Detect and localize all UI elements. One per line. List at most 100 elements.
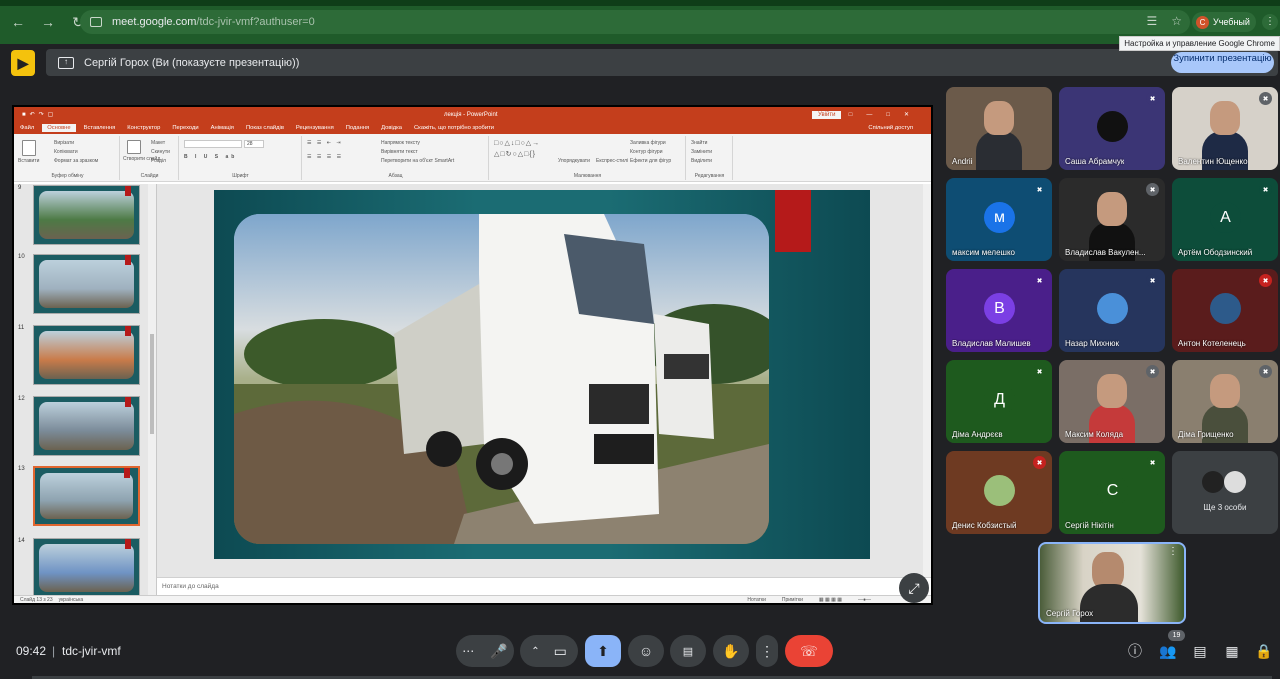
window-controls-icon[interactable]: □—□✕ xyxy=(849,111,923,118)
find-label[interactable]: Знайти xyxy=(691,140,707,146)
back-icon[interactable]: ← xyxy=(6,10,30,34)
slide-thumbnail[interactable]: 11 xyxy=(18,325,148,389)
activities-icon[interactable]: ▦ xyxy=(1223,642,1241,660)
shape-effects-label[interactable]: Ефекти для фігур xyxy=(630,158,671,164)
ppt-menu-item[interactable]: Файл xyxy=(20,125,34,131)
section-label[interactable]: Розділ xyxy=(151,158,166,164)
self-tile-options-icon[interactable]: ⋮ xyxy=(1168,546,1178,557)
ppt-menu-item[interactable]: Довідка xyxy=(381,125,402,131)
font-format-icons[interactable]: B I U S ab xyxy=(184,154,237,160)
stop-presenting-button[interactable]: Зупинити презентацію xyxy=(1171,52,1274,73)
paste-label[interactable]: Вставити xyxy=(18,158,39,164)
ppt-menu-item[interactable]: Анімація xyxy=(211,125,234,131)
participant-tile[interactable]: ✖ Антон Котеленець xyxy=(1172,269,1278,352)
reset-label[interactable]: Скинути xyxy=(151,149,170,155)
more-options-button[interactable]: ⋮ xyxy=(756,635,778,667)
ppt-menu-item[interactable]: Рецензування xyxy=(296,125,334,131)
smartart-label[interactable]: Перетворити на об'єкт SmartArt xyxy=(381,158,454,164)
meeting-info-icon[interactable]: ⓘ xyxy=(1126,642,1144,660)
bookmark-star-icon[interactable]: ☆ xyxy=(1171,14,1182,28)
font-size-select[interactable]: 28 xyxy=(244,140,264,148)
ppt-menu-item[interactable]: Переходи xyxy=(172,125,198,131)
host-controls-icon[interactable]: 🔒 xyxy=(1255,642,1273,660)
slide-thumbnail[interactable]: 14 xyxy=(18,538,148,602)
quick-styles-label[interactable]: Експрес-стилі xyxy=(596,158,628,164)
view-buttons-icon[interactable]: ▦ ▦ ▦ ▦ xyxy=(819,597,842,603)
thumbnail-red-accent xyxy=(125,326,131,336)
slide-thumbnail[interactable]: 9 xyxy=(18,185,148,249)
slide-thumbnail[interactable]: 12 xyxy=(18,396,148,460)
replace-label[interactable]: Замінити xyxy=(691,149,712,155)
captions-button[interactable]: ▤ xyxy=(670,635,706,667)
forward-icon[interactable]: → xyxy=(36,10,60,34)
ppt-menu-item[interactable]: Показ слайдів xyxy=(246,125,284,131)
participant-tile[interactable]: ✖ Максим Коляда xyxy=(1059,360,1165,443)
format-painter-label[interactable]: Формат за зразком xyxy=(54,158,98,164)
paste-icon[interactable] xyxy=(22,140,36,156)
translate-icon[interactable]: ☰ xyxy=(1146,14,1157,28)
participant-tile[interactable]: ✖ Саша Абрамчук xyxy=(1059,87,1165,170)
zoom-slider[interactable]: —●— xyxy=(858,597,871,603)
self-video-tile[interactable]: ⋮ Сергій Горох xyxy=(1038,542,1186,624)
list-icons[interactable]: ☰ ☰ ⇤ ⇥ xyxy=(307,140,343,146)
participant-tile[interactable]: В ✖ Владислав Малишев xyxy=(946,269,1052,352)
people-icon[interactable]: 👥 xyxy=(1159,642,1177,660)
participant-tile[interactable]: А ✖ Артём Ободзинский xyxy=(1172,178,1278,261)
participant-tile[interactable]: ✖ Діма Грищенко xyxy=(1172,360,1278,443)
ppt-menu-item[interactable]: Конструктор xyxy=(127,125,160,131)
participant-tile[interactable]: Д ✖ Діма Андрєєв xyxy=(946,360,1052,443)
slide-thumbnail[interactable]: 10 xyxy=(18,254,148,318)
tell-me-search[interactable]: Скажіть, що потрібно зробити xyxy=(414,125,494,131)
text-direction-label[interactable]: Напрямок тексту xyxy=(381,140,420,146)
notes-toggle[interactable]: Нотатки xyxy=(747,597,765,603)
chat-icon[interactable]: ▤ xyxy=(1191,642,1209,660)
comments-toggle[interactable]: Примітки xyxy=(782,597,803,603)
chrome-menu-icon[interactable]: ⋮ xyxy=(1262,14,1278,30)
participant-tile[interactable]: Andrii xyxy=(946,87,1052,170)
profile-button[interactable]: С Учебный xyxy=(1192,12,1256,32)
participant-tile[interactable]: ✖ Денис Кобзистый xyxy=(946,451,1052,534)
raise-hand-button[interactable]: ✋ xyxy=(713,635,749,667)
layout-label[interactable]: Макет xyxy=(151,140,165,146)
font-family-select[interactable] xyxy=(184,140,242,148)
site-info-icon[interactable] xyxy=(90,17,102,27)
new-slide-icon[interactable] xyxy=(127,140,141,154)
more-participants-tile[interactable]: Ще 3 особи xyxy=(1172,451,1278,534)
thumbnails-scrollbar[interactable] xyxy=(148,184,156,595)
reactions-button[interactable]: ☺ xyxy=(628,635,664,667)
select-label[interactable]: Виділити xyxy=(691,158,712,164)
participant-name: Сергій Нікітін xyxy=(1065,521,1114,530)
align-icons[interactable]: ☰ ☰ ☰ ☰ xyxy=(307,154,343,160)
cut-label[interactable]: Вирізати xyxy=(54,140,74,146)
ppt-menu-item[interactable]: Основне xyxy=(42,124,76,132)
slide-thumbnail[interactable]: 13 xyxy=(18,466,148,530)
arrange-label[interactable]: Упорядкувати xyxy=(558,158,590,164)
ppt-login-button[interactable]: Увійти xyxy=(812,110,842,119)
microphone-icon[interactable]: 🎤 xyxy=(490,643,507,660)
profile-name: Учебный xyxy=(1213,17,1250,27)
audio-options-icon[interactable]: ⋯ xyxy=(462,644,474,658)
shape-outline-label[interactable]: Контур фігури xyxy=(630,149,662,155)
participant-tile[interactable]: м ✖ максим мелешко xyxy=(946,178,1052,261)
fullscreen-expand-icon[interactable]: ⤢ xyxy=(899,573,929,603)
video-options-chevron-icon[interactable]: ⌃ xyxy=(531,646,539,657)
canvas-scrollbar[interactable] xyxy=(923,184,931,577)
ppt-share-button[interactable]: Спільний доступ xyxy=(868,125,913,131)
participant-tile[interactable]: С ✖ Сергій Нікітін xyxy=(1059,451,1165,534)
participant-tile[interactable]: ✖ Владислав Вакулен... xyxy=(1059,178,1165,261)
shapes-gallery-row2[interactable]: △□↻○△□{} xyxy=(494,150,536,158)
shape-fill-label[interactable]: Заливка фігури xyxy=(630,140,666,146)
present-screen-button[interactable]: ⬆ xyxy=(585,635,621,667)
ppt-menu-item[interactable]: Вставлення xyxy=(84,125,116,131)
copy-label[interactable]: Копіювати xyxy=(54,149,78,155)
participant-tile[interactable]: ✖ Валентин Ющенко xyxy=(1172,87,1278,170)
address-bar[interactable]: meet.google.com/tdc-jvir-vmf?authuser=0 xyxy=(80,10,1190,34)
slide-notes-field[interactable]: Нотатки до слайда xyxy=(157,577,931,595)
align-text-label[interactable]: Вирівняти текст xyxy=(381,149,418,155)
ppt-menu-item[interactable]: Подання xyxy=(346,125,369,131)
participant-tile[interactable]: ✖ Назар Михнюк xyxy=(1059,269,1165,352)
shapes-gallery[interactable]: □○△↓□○△→ xyxy=(494,139,540,147)
participant-video-body xyxy=(976,131,1022,170)
leave-call-button[interactable]: ☏ xyxy=(785,635,833,667)
camera-icon[interactable]: ▭ xyxy=(554,643,567,660)
